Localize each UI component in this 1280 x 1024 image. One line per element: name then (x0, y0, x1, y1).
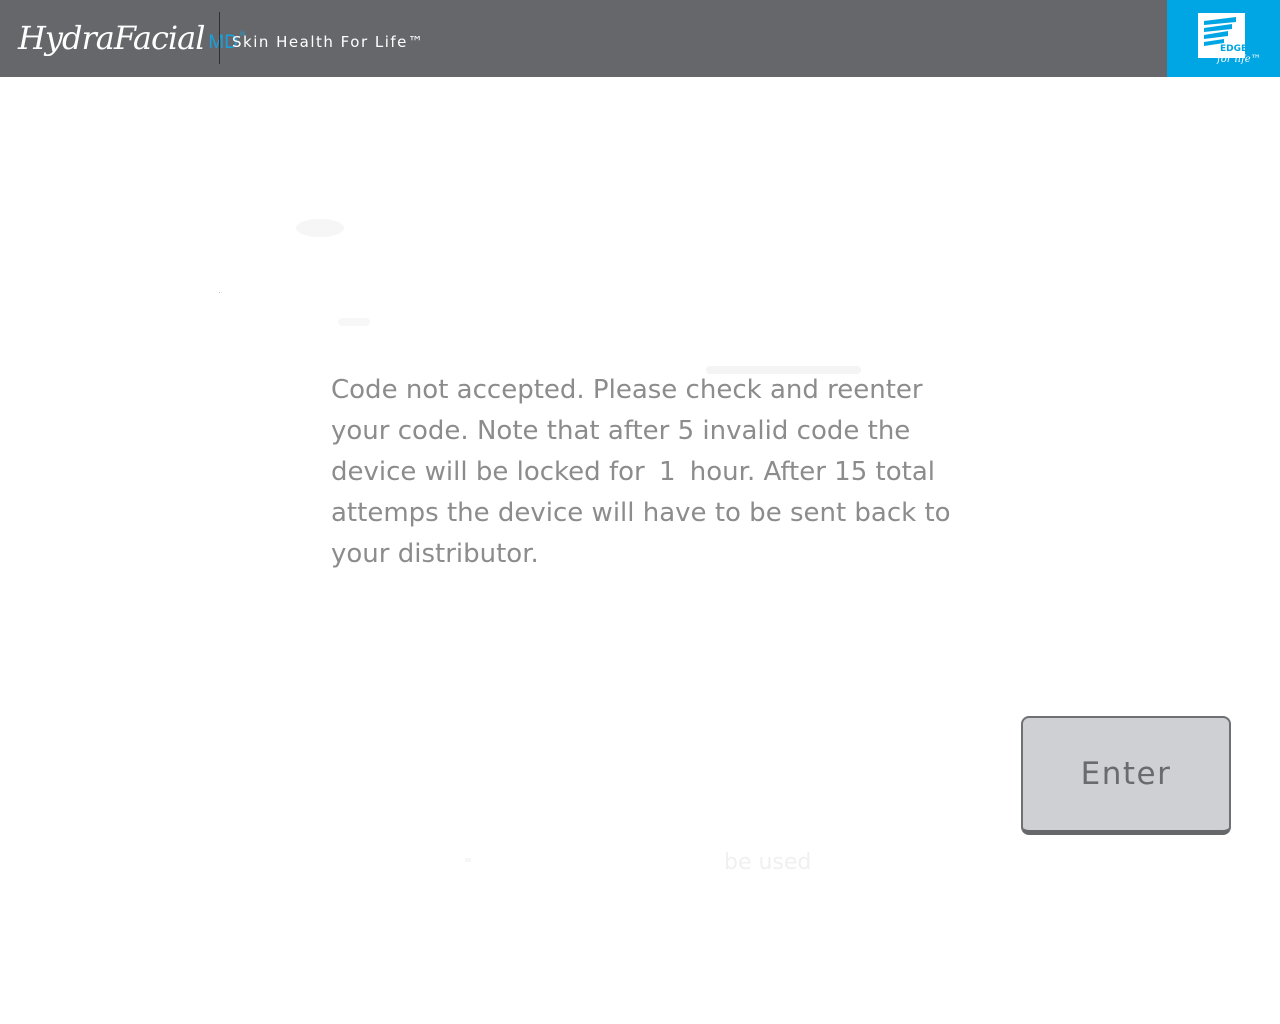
header-divider (219, 12, 220, 64)
page: HydraFacial MD ® Skin Health For Life™ E… (0, 0, 1280, 1024)
edge-logo-label: EDGE (1220, 44, 1248, 54)
edge-logo-panel: EDGE for life™ (1167, 0, 1280, 77)
faded-background-text: be used (724, 850, 812, 875)
error-message: Code not accepted. Please check and reen… (331, 370, 971, 575)
edge-logo-sub: for life™ (1217, 54, 1261, 65)
app-header: HydraFacial MD ® Skin Health For Life™ E… (0, 0, 1280, 77)
faded-artifact-dot (465, 858, 471, 862)
faded-artifact (338, 318, 370, 326)
enter-button-label: Enter (1080, 756, 1172, 792)
faded-artifact-dot (219, 292, 220, 293)
brand-script-text: HydraFacial (18, 19, 205, 57)
lock-hours-value: 1 (658, 457, 676, 487)
hydrafacial-md-logo: HydraFacial MD ® (18, 14, 246, 66)
enter-button[interactable]: Enter (1021, 716, 1231, 835)
header-tagline: Skin Health For Life™ (232, 33, 425, 51)
faded-artifact (296, 219, 344, 237)
